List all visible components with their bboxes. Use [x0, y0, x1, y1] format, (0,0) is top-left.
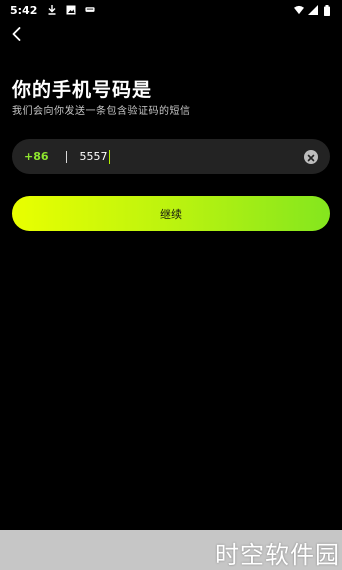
page-title: 你的手机号码是 — [12, 79, 153, 101]
phone-input-box: +86 5557 — [12, 139, 330, 174]
status-right — [294, 4, 332, 16]
back-button[interactable] — [6, 24, 28, 46]
watermark-text: 时空软件园 — [215, 541, 340, 569]
status-time: 5:42 — [10, 3, 38, 17]
clear-icon — [307, 147, 315, 166]
battery-icon — [322, 4, 332, 16]
image-icon — [66, 5, 76, 15]
phone-number-input[interactable]: 5557 — [79, 149, 304, 164]
status-left: 5:42 — [10, 4, 95, 17]
wifi-icon — [294, 5, 304, 15]
clear-button[interactable] — [304, 147, 318, 166]
signal-icon — [308, 5, 318, 15]
chevron-left-icon — [11, 26, 23, 45]
continue-button[interactable]: 继续 — [12, 196, 330, 231]
message-icon — [85, 5, 95, 15]
input-divider — [65, 150, 67, 163]
country-code-selector[interactable]: +86 — [24, 150, 49, 163]
text-caret — [108, 149, 110, 164]
page-subtitle: 我们会向你发送一条包含验证码的短信 — [12, 106, 191, 117]
phone-number-value: 5557 — [79, 150, 108, 163]
status-bar: 5:42 — [0, 0, 342, 20]
notification-icons — [47, 5, 95, 15]
download-icon — [47, 5, 57, 15]
